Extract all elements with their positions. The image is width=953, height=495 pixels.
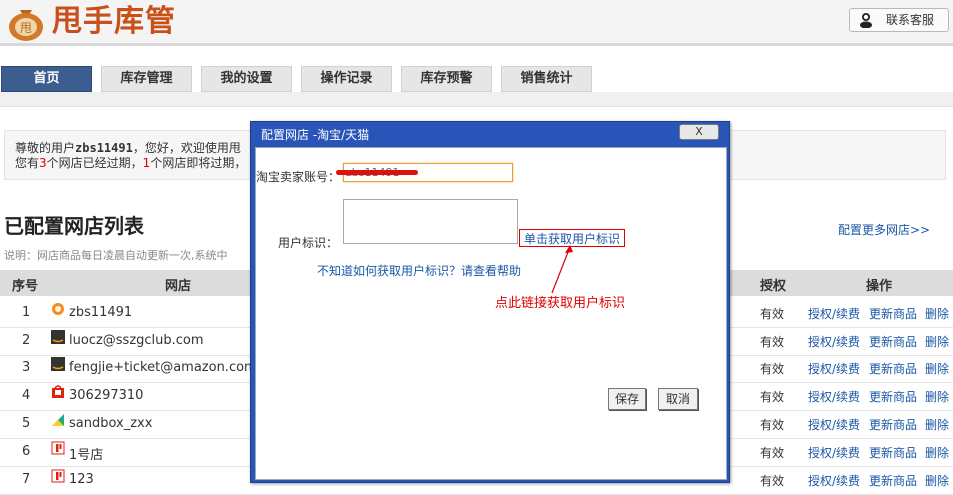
notice-line-2: 您有3个网店已经过期，1个网店即将过期， [15,156,247,170]
authorize-renew-link[interactable]: 授权/续费 [808,416,860,433]
update-products-link[interactable]: 更新商品 [869,360,917,377]
yhd-shop-icon [51,441,65,455]
main-nav: 首页 库存管理 我的设置 操作记录 库存预警 销售统计 [0,64,953,92]
authorize-renew-link[interactable]: 授权/续费 [808,472,860,489]
col-action: 操作 [866,279,893,294]
nav-operation-log[interactable]: 操作记录 [301,66,392,92]
shop-name: 1号店 [69,448,104,463]
update-products-link[interactable]: 更新商品 [869,472,917,489]
nav-stock-alert[interactable]: 库存预警 [401,66,492,92]
cancel-button[interactable]: 取消 [658,388,698,410]
delete-link[interactable]: 删除 [925,333,949,350]
update-products-link[interactable]: 更新商品 [869,388,917,405]
delete-link[interactable]: 删除 [925,416,949,433]
nav-settings[interactable]: 我的设置 [201,66,292,92]
shop-name: luocz@sszgclub.com [69,333,204,348]
update-products-link[interactable]: 更新商品 [869,416,917,433]
taobao-shop-icon [52,303,64,315]
dialog-body: 淘宝卖家账号： zbs11491 用户标识： 单击获取用户标识 不知道如何获取用… [255,147,727,480]
section-description: 说明：网店商品每日凌晨自动更新一次,系统中 [4,249,228,262]
money-bag-logo-icon: 甩 [9,10,43,41]
contact-support-label: 联系客服 [886,13,935,27]
notice-line-1: 尊敬的用户zbs11491，您好，欢迎使用甩 [15,141,241,155]
help-link[interactable]: 不知道如何获取用户标识？请查看帮助 [317,262,521,279]
expired-count: 3 [39,156,47,170]
nav-home[interactable]: 首页 [1,66,92,92]
col-num: 序号 [12,279,39,294]
update-products-link[interactable]: 更新商品 [869,444,917,461]
yhd-shop-icon [51,469,65,483]
app-logo-text: 甩手库管 [52,4,176,39]
annotation-text: 点此链接获取用户标识 [495,296,626,311]
shopping-bag-icon [52,385,64,398]
delete-link[interactable]: 删除 [925,444,949,461]
dialog-title: 配置网店 -淘宝/天猫 [261,128,370,142]
authorize-renew-link[interactable]: 授权/续费 [808,444,860,461]
header-divider [0,43,953,46]
amazon-shop-icon [51,357,65,371]
amazon-shop-icon [51,330,65,344]
nav-sales-stats[interactable]: 销售统计 [501,66,592,92]
authorize-renew-link[interactable]: 授权/续费 [808,388,860,405]
save-button[interactable]: 保存 [608,388,646,410]
shop-name: 306297310 [69,388,144,403]
shop-name: fengjie+ticket@amazon.com [69,360,257,375]
redaction-mark [336,170,418,175]
configure-shop-dialog: 配置网店 -淘宝/天猫 X 淘宝卖家账号： zbs11491 用户标识： 单击获… [250,121,730,483]
delete-link[interactable]: 删除 [925,360,949,377]
contact-support-button[interactable]: 联系客服 [849,8,949,32]
delete-link[interactable]: 删除 [925,388,949,405]
annotation-arrow-icon [551,245,573,294]
col-shop: 网店 [165,279,192,294]
svg-text:甩: 甩 [20,21,32,35]
user-identifier-label: 用户标识： [278,236,339,250]
seller-account-input[interactable]: zbs11491 [336,163,513,182]
page-title: 已配置网店列表 [4,214,144,238]
app-header: 甩 甩手库管 联系客服 [0,0,953,46]
dialog-close-button[interactable]: X [679,124,719,140]
configure-more-shops-link[interactable]: 配置更多网店>> [838,221,930,238]
authorize-renew-link[interactable]: 授权/续费 [808,360,860,377]
update-products-link[interactable]: 更新商品 [869,305,917,322]
update-products-link[interactable]: 更新商品 [869,333,917,350]
sandbox-icon [52,414,64,426]
shop-name: sandbox_zxx [69,416,153,431]
username: zbs11491 [75,141,133,155]
delete-link[interactable]: 删除 [925,305,949,322]
delete-link[interactable]: 删除 [925,472,949,489]
col-auth: 授权 [760,279,787,294]
authorize-renew-link[interactable]: 授权/续费 [808,333,860,350]
authorize-renew-link[interactable]: 授权/续费 [808,305,860,322]
nav-inventory[interactable]: 库存管理 [101,66,192,92]
person-icon [860,13,872,28]
shop-name: zbs11491 [69,305,133,320]
nav-divider [0,92,953,107]
user-identifier-textarea[interactable] [343,199,518,244]
seller-account-label: 淘宝卖家账号： [256,170,341,184]
